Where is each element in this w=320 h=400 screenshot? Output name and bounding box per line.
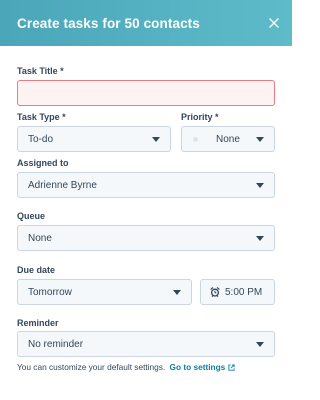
- priority-value: None: [216, 133, 240, 145]
- task-type-label: Task Type *: [17, 112, 66, 122]
- task-title-input[interactable]: [17, 80, 275, 106]
- go-to-settings-link[interactable]: Go to settings: [170, 362, 236, 372]
- reminder-select[interactable]: No reminder: [17, 331, 275, 357]
- chevron-down-icon: [256, 183, 264, 188]
- task-type-value: To-do: [28, 133, 54, 145]
- go-to-settings-label: Go to settings: [169, 362, 226, 372]
- priority-dot-icon: [193, 136, 198, 142]
- due-date-select[interactable]: Tomorrow: [17, 279, 192, 305]
- assigned-to-select[interactable]: Adrienne Byrne: [17, 172, 275, 198]
- priority-select[interactable]: None: [181, 126, 275, 152]
- alarm-clock-icon: [210, 287, 220, 297]
- due-date-label: Due date: [17, 265, 56, 275]
- due-time-input[interactable]: 5:00 PM: [200, 279, 275, 305]
- task-title-label: Task Title *: [17, 66, 64, 76]
- assigned-to-label: Assigned to: [17, 158, 69, 168]
- assigned-to-value: Adrienne Byrne: [28, 179, 97, 191]
- dialog-title: Create tasks for 50 contacts: [17, 15, 200, 31]
- settings-helper: You can customize your default settings.…: [17, 362, 235, 372]
- reminder-label: Reminder: [17, 318, 59, 328]
- due-date-value: Tomorrow: [28, 286, 72, 298]
- chevron-down-icon: [256, 236, 264, 241]
- due-time-value: 5:00 PM: [225, 286, 263, 298]
- queue-value: None: [28, 232, 52, 244]
- reminder-value: No reminder: [28, 338, 84, 350]
- priority-label: Priority *: [181, 112, 219, 122]
- helper-text: You can customize your default settings.: [17, 362, 166, 372]
- chevron-down-icon: [152, 137, 160, 142]
- queue-select[interactable]: None: [17, 225, 275, 251]
- task-type-select[interactable]: To-do: [17, 126, 171, 152]
- close-icon: [269, 18, 279, 28]
- external-link-icon: [228, 364, 235, 371]
- close-button[interactable]: [264, 13, 284, 33]
- dialog-header: Create tasks for 50 contacts: [0, 0, 292, 46]
- chevron-down-icon: [256, 342, 264, 347]
- queue-label: Queue: [17, 211, 46, 221]
- chevron-down-icon: [173, 290, 181, 295]
- chevron-down-icon: [256, 137, 264, 142]
